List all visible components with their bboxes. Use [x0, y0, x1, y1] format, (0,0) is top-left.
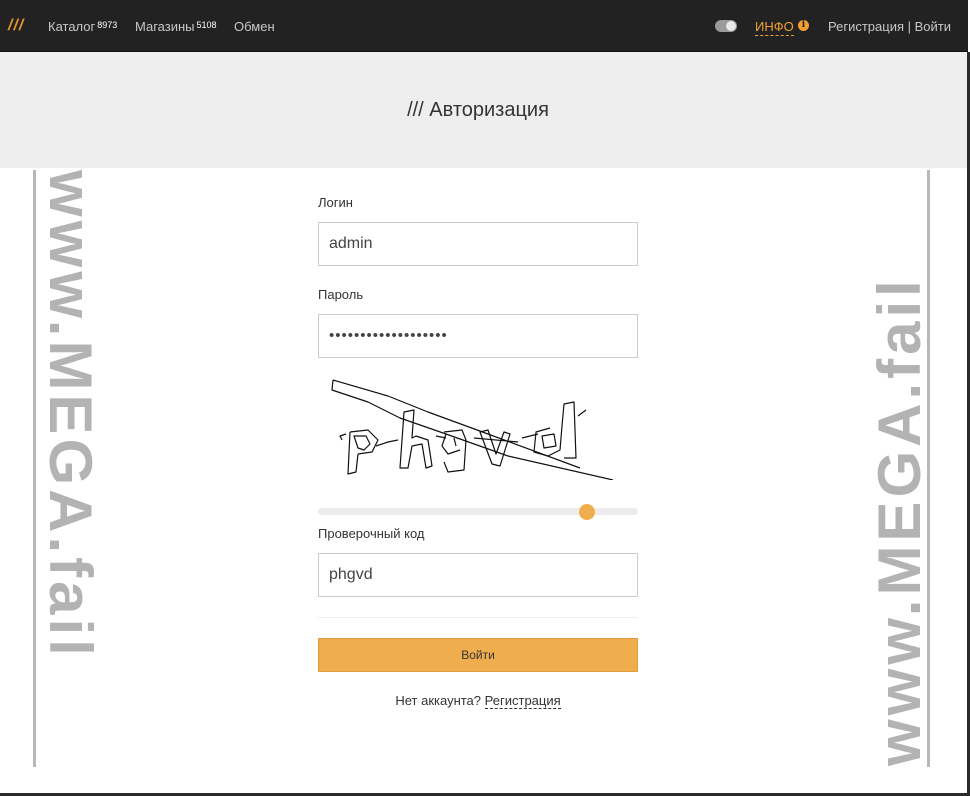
captcha-image — [331, 379, 614, 480]
nav-shops-link[interactable]: Магазины 5108 — [135, 19, 217, 34]
watermark-right: www.MEGA.fail — [866, 176, 933, 766]
nav-login-link[interactable]: Войти — [915, 19, 951, 34]
password-label: Пароль — [318, 287, 364, 302]
nav-exchange-link[interactable]: Обмен — [234, 19, 275, 34]
captcha-slider-handle[interactable] — [578, 504, 595, 520]
auth-separator: | — [907, 19, 912, 34]
theme-toggle[interactable] — [715, 20, 737, 32]
password-input[interactable]: ••••••••••••••••••• — [318, 314, 638, 358]
register-link[interactable]: Регистрация — [484, 693, 561, 709]
site-logo[interactable]: /// — [8, 17, 24, 35]
nav-register-link[interactable]: Регистрация — [828, 19, 904, 34]
login-input[interactable]: admin — [318, 222, 638, 266]
nav-shops-label: Магазины — [135, 19, 195, 34]
auth-links: Регистрация | Войти — [828, 19, 951, 34]
nav-catalog-link[interactable]: Каталог 8973 — [48, 19, 117, 34]
watermark-left: www.MEGA.fail — [37, 170, 104, 760]
nav-catalog-count: 8973 — [97, 20, 118, 30]
watermark-left-bar — [33, 170, 36, 767]
nav-shops-count: 5108 — [196, 20, 217, 30]
login-submit-button[interactable]: Войти — [318, 638, 638, 672]
info-circle-icon[interactable]: i — [798, 20, 809, 31]
theme-toggle-knob — [726, 21, 736, 31]
page-title: /// Авторизация — [407, 99, 549, 121]
nav-catalog-label: Каталог — [48, 19, 96, 34]
info-link[interactable]: ИНФО — [755, 19, 794, 36]
verification-label: Проверочный код — [318, 526, 425, 541]
register-row: Нет аккаунта? Регистрация — [318, 693, 638, 709]
verification-input[interactable]: phgvd — [318, 553, 638, 597]
login-label: Логин — [318, 195, 353, 210]
top-navbar: /// Каталог 8973 Магазины 5108 Обмен ИНФО … — [0, 0, 968, 52]
watermark-right-text: www.MEGA.fail — [866, 276, 933, 766]
no-account-text: Нет аккаунта? — [395, 693, 482, 708]
watermark-left-text: www.MEGA.fail — [37, 170, 104, 660]
heading-band: /// Авторизация — [0, 52, 968, 168]
form-divider — [318, 617, 638, 618]
